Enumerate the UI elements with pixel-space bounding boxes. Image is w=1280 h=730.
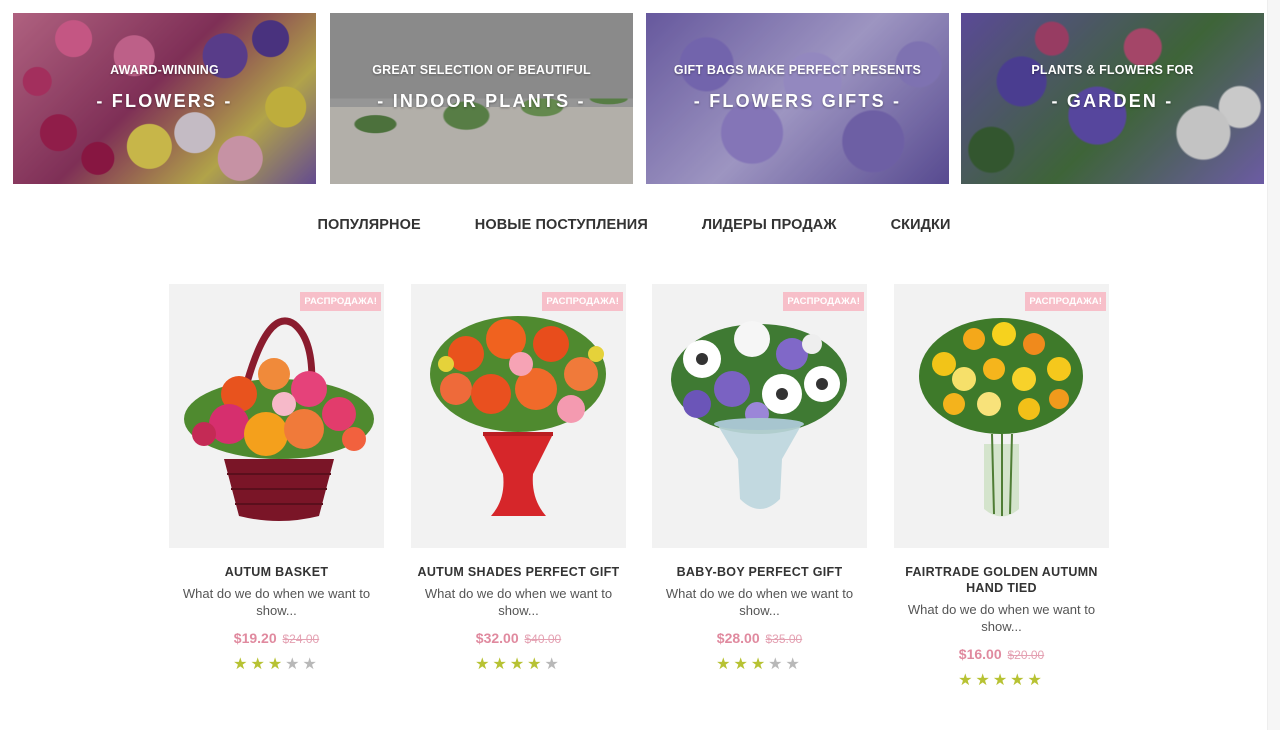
product-card: РАСПРОДАЖА! AUTUM SHADES PERFECT GIFT Wh… — [411, 284, 626, 674]
star-filled-icon: ★ — [1027, 672, 1045, 689]
price-old: $40.00 — [524, 632, 562, 646]
banner-title: - GARDEN - — [1051, 91, 1174, 111]
price-old: $20.00 — [1007, 648, 1045, 662]
rating-stars[interactable]: ★★★★★ — [652, 654, 867, 674]
star-filled-icon: ★ — [233, 656, 251, 673]
sale-badge[interactable]: РАСПРОДАЖА! — [1025, 292, 1106, 311]
star-empty-icon: ★ — [785, 656, 803, 673]
price-current: $16.00 — [958, 646, 1002, 662]
white-purple-bouquet-image — [671, 321, 847, 509]
product-image-link[interactable]: РАСПРОДАЖА! — [894, 284, 1109, 548]
tab-new-arrivals[interactable]: НОВЫЕ ПОСТУПЛЕНИЯ — [448, 217, 675, 233]
product-price: $28.00 $35.00 — [652, 630, 867, 646]
product-card: РАСПРОДАЖА! AUTUM BASKET What do we do w… — [169, 284, 384, 674]
product-card: РАСПРОДАЖА! FAIRTRADE GOLDEN AUTUMN HAND… — [894, 284, 1109, 690]
banner-subtitle: PLANTS & FLOWERS FOR — [1031, 63, 1194, 77]
flower-basket-image — [184, 317, 374, 521]
product-name[interactable]: AUTUM SHADES PERFECT GIFT — [411, 564, 626, 580]
price-current: $32.00 — [475, 630, 519, 646]
price-current: $19.20 — [233, 630, 277, 646]
sale-badge[interactable]: РАСПРОДАЖА! — [783, 292, 864, 311]
product-description: What do we do when we want to show... — [182, 586, 371, 618]
star-empty-icon: ★ — [768, 656, 786, 673]
star-filled-icon: ★ — [267, 656, 286, 673]
banner-title: - INDOOR PLANTS - — [377, 91, 586, 111]
sale-badge[interactable]: РАСПРОДАЖА! — [542, 292, 623, 311]
banner-subtitle: AWARD-WINNING — [110, 63, 219, 77]
product-price: $32.00 $40.00 — [411, 630, 626, 646]
price-old: $24.00 — [282, 632, 320, 646]
star-filled-icon: ★ — [1010, 672, 1028, 689]
rating-stars[interactable]: ★★★★★ — [411, 654, 626, 674]
banner-garden[interactable]: PLANTS & FLOWERS FOR - GARDEN - — [961, 13, 1264, 184]
sale-badge[interactable]: РАСПРОДАЖА! — [300, 292, 381, 311]
star-filled-icon: ★ — [527, 656, 545, 673]
star-filled-icon: ★ — [250, 656, 268, 673]
product-name[interactable]: BABY-BOY PERFECT GIFT — [652, 564, 867, 580]
banner-subtitle: GREAT SELECTION OF BEAUTIFUL — [372, 63, 591, 77]
star-empty-icon: ★ — [544, 656, 562, 673]
banner-title: - FLOWERS GIFTS - — [693, 91, 902, 111]
banner-title: - FLOWERS - — [96, 91, 233, 111]
star-empty-icon: ★ — [285, 656, 303, 673]
promo-banners: AWARD-WINNING - FLOWERS - GREAT SELECTIO… — [13, 13, 1264, 184]
star-filled-icon: ★ — [492, 656, 510, 673]
rating-stars[interactable]: ★★★★★ — [894, 670, 1109, 690]
rating-stars[interactable]: ★★★★★ — [169, 654, 384, 674]
product-name[interactable]: AUTUM BASKET — [169, 564, 384, 580]
product-price: $19.20 $24.00 — [169, 630, 384, 646]
star-filled-icon: ★ — [509, 656, 528, 673]
star-filled-icon: ★ — [992, 672, 1011, 689]
tab-popular[interactable]: ПОПУЛЯРНОЕ — [290, 217, 447, 233]
star-filled-icon: ★ — [733, 656, 751, 673]
product-image-link[interactable]: РАСПРОДАЖА! — [169, 284, 384, 548]
star-filled-icon: ★ — [750, 656, 769, 673]
banner-subtitle: GIFT BAGS MAKE PERFECT PRESENTS — [673, 63, 922, 77]
star-filled-icon: ★ — [716, 656, 734, 673]
tab-discounts[interactable]: СКИДКИ — [864, 217, 978, 233]
price-current: $28.00 — [716, 630, 760, 646]
product-tabs: ПОПУЛЯРНОЕ НОВЫЕ ПОСТУПЛЕНИЯ ЛИДЕРЫ ПРОД… — [0, 217, 1268, 233]
banner-indoor-plants[interactable]: GREAT SELECTION OF BEAUTIFUL - INDOOR PL… — [330, 13, 633, 184]
scrollbar-track[interactable] — [1267, 0, 1280, 730]
star-empty-icon: ★ — [302, 656, 320, 673]
price-old: $35.00 — [765, 632, 803, 646]
product-description: What do we do when we want to show... — [424, 586, 613, 618]
tab-bestsellers[interactable]: ЛИДЕРЫ ПРОДАЖ — [675, 217, 864, 233]
product-image-link[interactable]: РАСПРОДАЖА! — [652, 284, 867, 548]
orange-bouquet-image — [430, 316, 606, 516]
product-card: РАСПРОДАЖА! BABY-BOY PERFECT GIFT What d… — [652, 284, 867, 674]
product-image-link[interactable]: РАСПРОДАЖА! — [411, 284, 626, 548]
product-name[interactable]: FAIRTRADE GOLDEN AUTUMN HAND TIED — [894, 564, 1109, 596]
product-grid: РАСПРОДАЖА! AUTUM BASKET What do we do w… — [169, 284, 1109, 694]
product-description: What do we do when we want to show... — [907, 602, 1096, 634]
star-filled-icon: ★ — [975, 672, 993, 689]
product-description: What do we do when we want to show... — [665, 586, 854, 618]
star-filled-icon: ★ — [475, 656, 493, 673]
banner-flowers[interactable]: AWARD-WINNING - FLOWERS - — [13, 13, 316, 184]
star-filled-icon: ★ — [958, 672, 976, 689]
product-price: $16.00 $20.00 — [894, 646, 1109, 662]
banner-flowers-gifts[interactable]: GIFT BAGS MAKE PERFECT PRESENTS - FLOWER… — [646, 13, 949, 184]
yellow-roses-image — [919, 318, 1083, 517]
